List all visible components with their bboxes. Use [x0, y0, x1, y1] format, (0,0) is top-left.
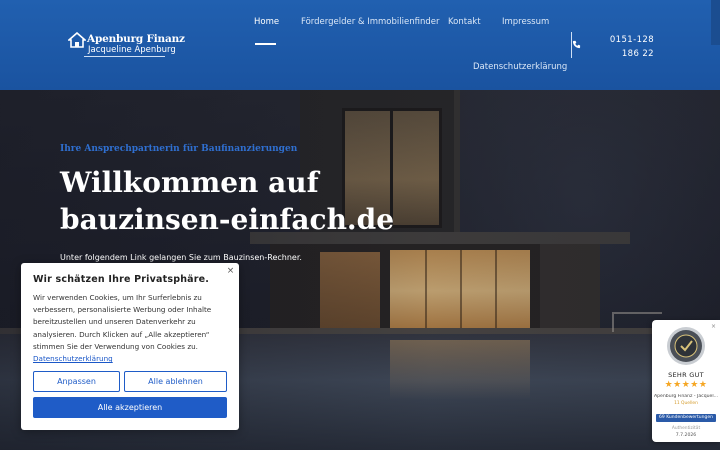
accept-all-button[interactable]: Alle akzeptieren: [33, 397, 227, 418]
hero-subtitle: Unter folgendem Link gelangen Sie zum Ba…: [60, 253, 302, 262]
nav-foerdergelder[interactable]: Fördergelder & Immobilienfinder: [301, 17, 439, 27]
nav-datenschutz[interactable]: Datenschutzerklärung: [473, 62, 567, 72]
proven-expert-widget[interactable]: × SEHR GUT ★★★★★ Apenburg Finanz - Jacqu…: [652, 320, 720, 442]
house-logo-icon: [68, 32, 86, 48]
logo-person-name: Jacqueline Apenburg: [88, 45, 176, 55]
reject-all-button[interactable]: Alle ablehnen: [124, 371, 227, 392]
hero-kicker: Ihre Ansprechpartnerin für Baufinanzieru…: [60, 144, 298, 154]
nav-kontakt[interactable]: Kontakt: [448, 17, 481, 27]
site-header: Apenburg Finanz Jacqueline Apenburg Home…: [0, 0, 720, 90]
rating-label: SEHR GUT: [668, 371, 704, 379]
privacy-policy-link[interactable]: Datenschutzerklärung: [33, 354, 113, 363]
close-icon[interactable]: ×: [226, 267, 235, 276]
cookie-consent-dialog: × Wir schätzen Ihre Privatsphäre. Wir ve…: [21, 263, 239, 430]
cookie-title: Wir schätzen Ihre Privatsphäre.: [33, 274, 210, 285]
nav-home[interactable]: Home: [254, 17, 279, 27]
header-edge-strip: [711, 0, 720, 45]
phone-icon: [572, 40, 581, 49]
expert-name: Apenburg Finanz - Jacquel...: [653, 394, 719, 399]
nav-active-indicator: [255, 43, 276, 45]
phone-number[interactable]: 0151-128 186 22: [592, 33, 654, 61]
cookie-text: Wir verwenden Cookies, um Ihr Surferlebn…: [33, 292, 229, 365]
site-logo[interactable]: Apenburg Finanz Jacqueline Apenburg: [68, 32, 185, 58]
hero-title: Willkommen auf bauzinsen-einfach.de: [60, 166, 395, 236]
authenticity-label: Authentizität: [671, 426, 701, 431]
logo-underline: [84, 56, 165, 57]
sources-count: 11 Quellen: [674, 401, 698, 406]
reviews-count-badge[interactable]: 69 Kundenbewertungen: [656, 414, 716, 422]
close-icon[interactable]: ×: [710, 323, 717, 330]
widget-date: 7.7.2026: [675, 433, 697, 438]
logo-company-name: Apenburg Finanz: [87, 33, 185, 45]
nav-impressum[interactable]: Impressum: [502, 17, 549, 27]
proven-expert-seal-icon: [667, 327, 705, 365]
customize-button[interactable]: Anpassen: [33, 371, 120, 392]
cookie-body-text: Wir verwenden Cookies, um Ihr Surferlebn…: [33, 293, 212, 351]
star-rating-icon: ★★★★★: [664, 380, 708, 390]
